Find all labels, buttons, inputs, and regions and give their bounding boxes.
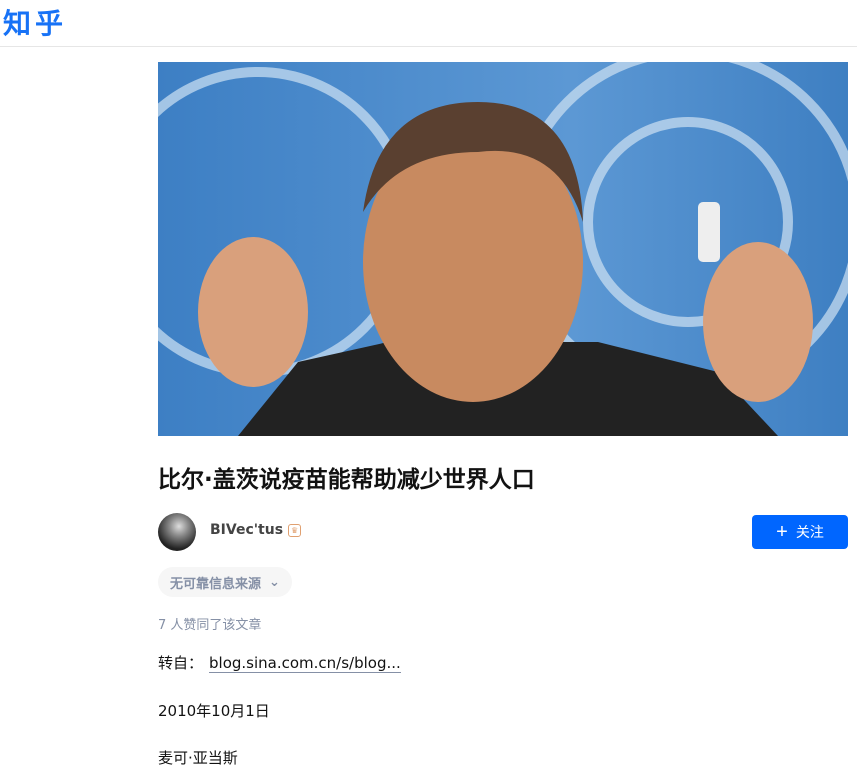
author-avatar[interactable]	[158, 513, 196, 551]
paragraph-date: 2010年10月1日	[158, 702, 270, 720]
likes-count: 7 人赞同了该文章	[158, 618, 262, 633]
plus-icon: +	[776, 521, 788, 543]
zhihu-logo[interactable]: 知乎	[3, 2, 67, 42]
tag-label: 无可靠信息来源	[170, 576, 262, 592]
author-info: BIVec'tus ♛	[210, 522, 302, 538]
crown-badge-icon: ♛	[288, 523, 302, 537]
follow-button[interactable]: + 关注	[752, 515, 848, 549]
author-name[interactable]: BIVec'tus	[210, 522, 283, 538]
article-title: 比尔·盖茨说疫苗能帮助减少世界人口	[158, 467, 535, 493]
chevron-down-icon: ⌄	[269, 574, 280, 590]
top-bar: 知乎	[0, 0, 857, 47]
source-line: 转自： blog.sina.com.cn/s/blog...	[158, 652, 401, 673]
article-cover-image	[158, 62, 848, 436]
paragraph-author: 麦可·亚当斯	[158, 749, 238, 767]
source-prefix: 转自：	[158, 654, 204, 672]
info-source-tag[interactable]: 无可靠信息来源 ⌄	[158, 567, 292, 597]
source-link[interactable]: blog.sina.com.cn/s/blog...	[209, 654, 401, 673]
follow-label: 关注	[795, 524, 824, 540]
cover-illustration	[158, 62, 848, 436]
